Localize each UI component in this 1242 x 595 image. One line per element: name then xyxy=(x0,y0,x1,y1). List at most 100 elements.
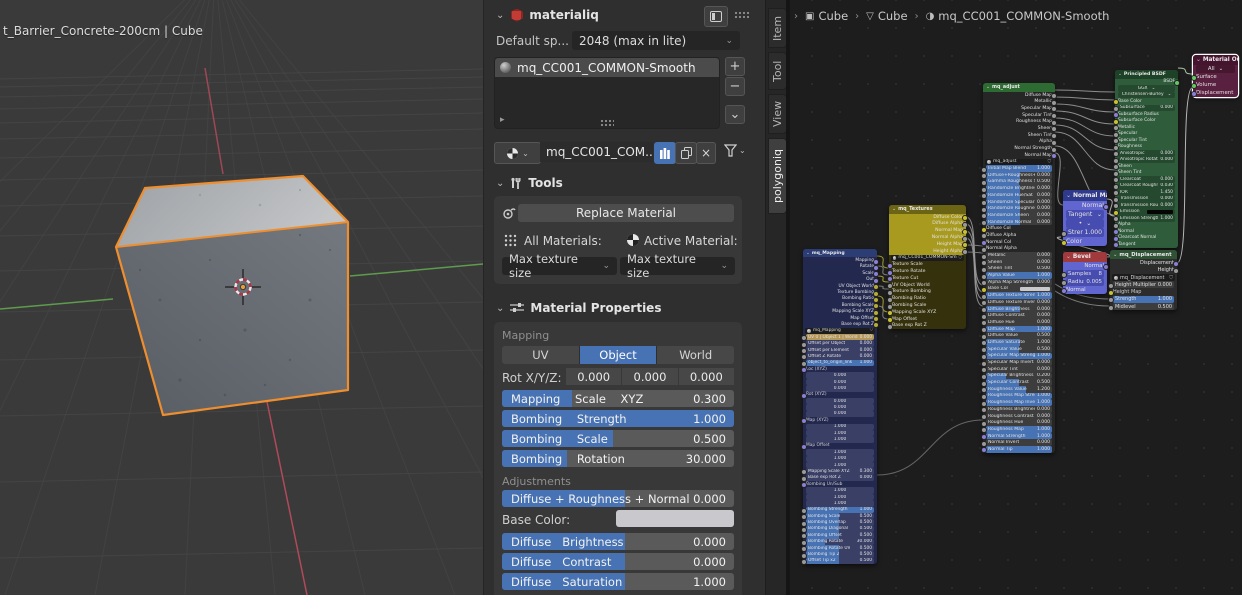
Offset Tip x2-input-socket[interactable] xyxy=(801,559,807,565)
value-chip[interactable]: Diffuse Contrast0.000 xyxy=(986,312,1052,319)
active-max-texture-dropdown[interactable]: Max texture size⌄ xyxy=(620,257,735,275)
slider-chip[interactable]: Normal Strength1.000 xyxy=(986,433,1052,440)
value-chip[interactable]: Roughness Contrast0.000 xyxy=(986,413,1052,420)
datablock-picker[interactable]: mq_Displacement⛉ xyxy=(1112,274,1175,281)
node-row-sheen[interactable]: Sheen0.000 xyxy=(983,259,1055,266)
slider-chip[interactable]: Diffuse Brightness0.000 xyxy=(986,306,1052,313)
node-row-diffuse-saturate[interactable]: Diffuse Saturate1.000 xyxy=(983,339,1055,346)
all-max-texture-dropdown[interactable]: Max texture size⌄ xyxy=(502,257,617,275)
datablock-picker[interactable]: mq_CC001_COMMON-Smooth⛉ xyxy=(891,255,964,262)
node-row-alpha-map-strength[interactable]: Alpha Map Strength0.000 xyxy=(983,279,1055,286)
node-row-randomize-hue-sat[interactable]: Randomize Hue/Sat0.000 xyxy=(983,192,1055,199)
node-header[interactable]: ⌄mq_Displacement xyxy=(1110,250,1177,259)
color-swatch[interactable] xyxy=(1020,287,1050,292)
fake-user-toggle[interactable] xyxy=(654,142,676,164)
slider-diffuse-saturation[interactable]: Diffuse Saturation1.000 xyxy=(502,573,734,590)
color-swatch-row[interactable]: Base Col xyxy=(986,286,1052,293)
slider-diffuse-brightness[interactable]: Diffuse Brightness0.000 xyxy=(502,533,734,550)
value-chip[interactable]: Midlevel0.500 xyxy=(1113,303,1174,310)
color-swatch[interactable] xyxy=(1147,210,1173,215)
segment-world[interactable]: World xyxy=(657,346,734,364)
material-name-field[interactable]: mq_CC001_COM... xyxy=(540,142,653,162)
breadcrumb-item-mesh[interactable]: ▽Cube xyxy=(866,9,907,23)
node-row-sheen-tint[interactable]: Sheen Tint0.500 xyxy=(983,266,1055,273)
node-row-normal-invert[interactable]: Normal Invert0.000 xyxy=(983,439,1055,446)
Tangent-input-socket[interactable] xyxy=(1113,242,1119,248)
value-chip[interactable]: Roughness Brightness0.000 xyxy=(986,406,1052,413)
slider-diffuse-contrast[interactable]: Diffuse Contrast0.000 xyxy=(502,553,734,570)
Normal-output-socket[interactable] xyxy=(1103,204,1109,210)
remove-slot-button[interactable]: − xyxy=(725,77,745,96)
display-options-button[interactable] xyxy=(704,6,728,27)
node-mq-displacement[interactable]: ⌄mq_DisplacementDisplacementHeightmq_Dis… xyxy=(1110,250,1177,310)
replace-material-button[interactable]: Replace Material xyxy=(518,204,734,222)
sidebar-tab-item[interactable]: Item xyxy=(768,8,787,48)
node-row-roughness-brightness[interactable]: Roughness Brightness0.000 xyxy=(983,406,1055,413)
default-size-dropdown[interactable]: 2048 (max in lite)⌄ xyxy=(572,31,740,50)
add-slot-button[interactable]: + xyxy=(725,57,745,76)
node-header[interactable]: ⌄Normal Map xyxy=(1063,190,1107,201)
node-row-diffuse-texture-invert[interactable]: Diffuse Texture Invert0.000 xyxy=(983,299,1055,306)
node-row-diffuse-contrast[interactable]: Diffuse Contrast0.000 xyxy=(983,312,1055,319)
node-header[interactable]: ⌄Principled BSDF xyxy=(1115,70,1178,79)
slider-chip[interactable]: Specular Map Strength1.000 xyxy=(986,353,1052,360)
slider-chip[interactable]: Alpha Value1.000 xyxy=(986,272,1052,279)
rot-field-0[interactable]: 0.000 xyxy=(566,368,621,385)
node-row-roughness-hue[interactable]: Roughness Hue0.000 xyxy=(983,419,1055,426)
slider-chip[interactable]: Randomize Roughness0.000 xyxy=(986,205,1052,212)
node-row-normal-strength[interactable]: Normal Strength1.000 xyxy=(983,433,1055,440)
slider-chip[interactable]: Diffuse Texture Strength1.000 xyxy=(986,292,1052,299)
sidebar-tab-view[interactable]: View xyxy=(768,94,787,134)
node-row-samples[interactable]: Samples8 xyxy=(1063,270,1107,278)
value-chip[interactable]: Radius0.005 xyxy=(1066,278,1104,286)
value-chip[interactable]: Metallic0.000 xyxy=(986,252,1052,259)
value-chip[interactable]: Diffuse Hue0.000 xyxy=(986,319,1052,326)
node-header[interactable]: ⌄Bevel xyxy=(1063,252,1107,262)
node-row-diffuse-texture-strength[interactable]: Diffuse Texture Strength1.000 xyxy=(983,292,1055,299)
node-mq-adjust[interactable]: ⌄mq_adjustDiffuse MapMetallicSpecular Ma… xyxy=(983,83,1055,453)
slider-chip[interactable]: Randomize Brightness0.000 xyxy=(986,185,1052,192)
Displacement-input-socket[interactable] xyxy=(1191,91,1197,97)
dropdown-chip[interactable]: Tangent Space⌄ xyxy=(1066,210,1104,219)
slider-chip[interactable]: Specular Value0.500 xyxy=(986,346,1052,353)
node-row-midlevel[interactable]: Midlevel0.500 xyxy=(1110,303,1177,310)
node-row-randomize-normal[interactable]: Randomize Normal0.000 xyxy=(983,219,1055,226)
node-row-specular-map-strength[interactable]: Specular Map Strength1.000 xyxy=(983,353,1055,360)
breadcrumb-item-object[interactable]: ▣Cube xyxy=(805,9,848,23)
value-chip[interactable]: Sheen Tint0.500 xyxy=(986,266,1052,273)
node-row-specular-value[interactable]: Specular Value0.500 xyxy=(983,346,1055,353)
segment-object[interactable]: Object xyxy=(580,346,658,364)
slider-chip[interactable]: Diffuse Map1.000 xyxy=(986,326,1052,333)
value-chip[interactable]: Diffuse Texture Invert0.000 xyxy=(986,299,1052,306)
list-filter-arrow[interactable]: ▸ xyxy=(500,115,505,125)
node-header[interactable]: ⌄mq_Textures xyxy=(889,205,966,214)
value-chip[interactable]: Normal Invert0.000 xyxy=(986,439,1052,446)
node-row-roughness-map[interactable]: Roughness Map1.000 xyxy=(983,426,1055,433)
node-principled-bsdf[interactable]: ⌄Principled BSDFBSDFGGX⌄Christensen-Burl… xyxy=(1115,70,1178,248)
Normal-input-socket[interactable] xyxy=(1061,288,1067,294)
node-row-alpha-value[interactable]: Alpha Value1.000 xyxy=(983,272,1055,279)
node-row-mq-adjust[interactable]: mq_adjust⛉ xyxy=(983,159,1055,166)
slider-chip[interactable]: Normal Tip1.000 xyxy=(986,446,1052,453)
dropdown-chip[interactable]: All⌄ xyxy=(1196,65,1235,73)
node-row-randomize-brightness[interactable]: Randomize Brightness0.000 xyxy=(983,185,1055,192)
value-chip[interactable]: Strength1.000 xyxy=(1066,228,1104,237)
Base exp Rot Z-input-socket[interactable] xyxy=(887,324,893,330)
material-slot-list[interactable]: mq_CC001_COMMON-Smooth ▸ xyxy=(494,57,720,129)
node-row-diffuse-hue[interactable]: Diffuse Hue0.000 xyxy=(983,319,1055,326)
node-mq-textures[interactable]: ⌄mq_TexturesDiffuse ColorDiffuse AlphaNo… xyxy=(889,205,966,329)
sidebar-tab-tool[interactable]: Tool xyxy=(768,52,787,90)
Color-input-socket[interactable] xyxy=(1061,240,1067,246)
node-row-specular-contrast[interactable]: Specular Contrast0.500 xyxy=(983,379,1055,386)
node-row-diffuse-map[interactable]: Diffuse Map1.000 xyxy=(983,326,1055,333)
node-row-specular-tint[interactable]: Specular Tint0.000 xyxy=(983,366,1055,373)
unlink-material-button[interactable]: × xyxy=(696,142,716,164)
slider-chip[interactable]: Offset Tip x20.500 xyxy=(806,558,874,564)
dropdown-chip[interactable]: •⌄ xyxy=(1066,219,1104,228)
slider-chip[interactable]: Initial Map Blend1.000 xyxy=(986,165,1052,172)
slider-mapping-scale-xyz[interactable]: Mapping Scale XYZ0.300 xyxy=(502,390,734,407)
material-properties-header[interactable]: ⌄ Material Properties xyxy=(496,301,661,315)
node-row-base-col[interactable]: Base Col xyxy=(983,286,1055,293)
list-resize-grip[interactable] xyxy=(600,119,614,126)
tools-panel-header[interactable]: ⌄ Tools xyxy=(496,176,563,190)
